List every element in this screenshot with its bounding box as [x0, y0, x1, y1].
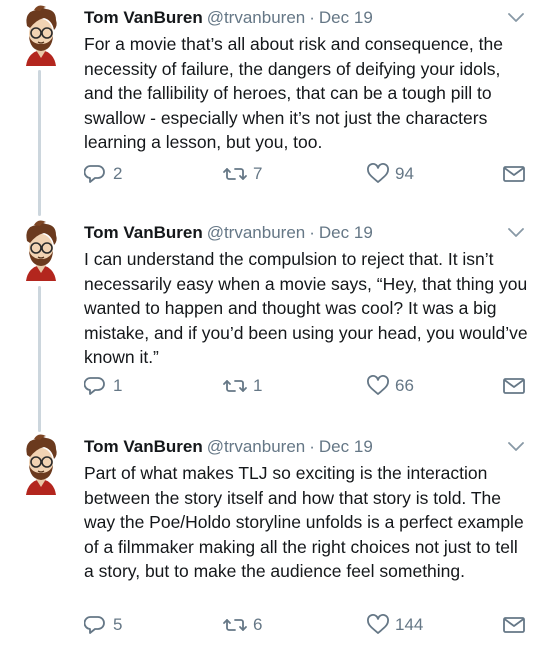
dm-button[interactable] — [502, 374, 526, 398]
like-button[interactable]: 144 — [366, 613, 423, 637]
reply-count: 5 — [113, 615, 123, 634]
avatar[interactable] — [16, 4, 66, 67]
tweet-header: Tom VanBuren @trvanburen · Dec 19 — [84, 435, 373, 459]
reply-count: 1 — [113, 376, 123, 395]
tweet-actions: 1 1 66 — [84, 374, 530, 398]
reply-count: 2 — [113, 164, 123, 183]
avatar[interactable] — [16, 433, 66, 496]
retweet-button[interactable]: 6 — [222, 613, 262, 637]
retweet-icon — [223, 619, 247, 631]
like-count: 94 — [395, 164, 414, 183]
reply-button[interactable]: 1 — [84, 374, 122, 398]
retweet-icon — [223, 168, 247, 180]
retweet-count: 7 — [253, 164, 263, 183]
separator: · — [309, 437, 315, 456]
like-button[interactable]: 94 — [366, 162, 414, 186]
tweet-text: I can understand the compulsion to rejec… — [84, 249, 528, 367]
author-name[interactable]: Tom VanBuren — [84, 437, 203, 456]
envelope-icon — [503, 166, 525, 182]
avatar[interactable] — [16, 219, 66, 282]
separator: · — [309, 223, 315, 242]
retweet-count: 1 — [253, 376, 263, 395]
reply-button[interactable]: 2 — [84, 162, 122, 186]
dm-button[interactable] — [502, 162, 526, 186]
reply-icon — [84, 377, 105, 395]
retweet-count: 6 — [253, 615, 263, 634]
heart-icon — [367, 163, 389, 183]
tweet-date[interactable]: Dec 19 — [319, 8, 373, 27]
tweet-date[interactable]: Dec 19 — [319, 437, 373, 456]
tweet-header: Tom VanBuren @trvanburen · Dec 19 — [84, 6, 373, 30]
tweet-actions: 2 7 94 — [84, 162, 530, 186]
heart-icon — [367, 375, 389, 395]
like-count: 66 — [395, 376, 414, 395]
author-handle[interactable]: @trvanburen — [207, 223, 306, 242]
like-count: 144 — [395, 615, 424, 634]
reply-button[interactable]: 5 — [84, 613, 122, 637]
tweet-actions: 5 6 144 — [84, 613, 530, 637]
reply-icon — [84, 616, 105, 634]
chevron-down-icon[interactable] — [506, 439, 526, 455]
retweet-icon — [223, 380, 247, 392]
tweet-date[interactable]: Dec 19 — [319, 223, 373, 242]
author-name[interactable]: Tom VanBuren — [84, 223, 203, 242]
tweet-text: Part of what makes TLJ so exciting is th… — [84, 463, 524, 581]
author-handle[interactable]: @trvanburen — [207, 8, 306, 27]
envelope-icon — [503, 378, 525, 394]
retweet-button[interactable]: 7 — [222, 162, 262, 186]
tweet-text: For a movie that’s all about risk and co… — [84, 34, 503, 152]
dm-button[interactable] — [502, 613, 526, 637]
author-name[interactable]: Tom VanBuren — [84, 8, 203, 27]
tweet[interactable]: Tom VanBuren @trvanburen · Dec 19 Part of w… — [0, 431, 540, 653]
heart-icon — [367, 614, 389, 634]
like-button[interactable]: 66 — [366, 374, 414, 398]
retweet-button[interactable]: 1 — [222, 374, 262, 398]
author-handle[interactable]: @trvanburen — [207, 437, 306, 456]
tweet-header: Tom VanBuren @trvanburen · Dec 19 — [84, 221, 373, 245]
reply-icon — [84, 165, 105, 183]
separator: · — [309, 8, 315, 27]
chevron-down-icon[interactable] — [506, 10, 526, 26]
tweet[interactable]: Tom VanBuren @trvanburen · Dec 19 I can und… — [0, 217, 540, 427]
chevron-down-icon[interactable] — [506, 225, 526, 241]
envelope-icon — [503, 617, 525, 633]
tweet[interactable]: Tom VanBuren @trvanburen · Dec 19 For a mov… — [0, 2, 540, 212]
